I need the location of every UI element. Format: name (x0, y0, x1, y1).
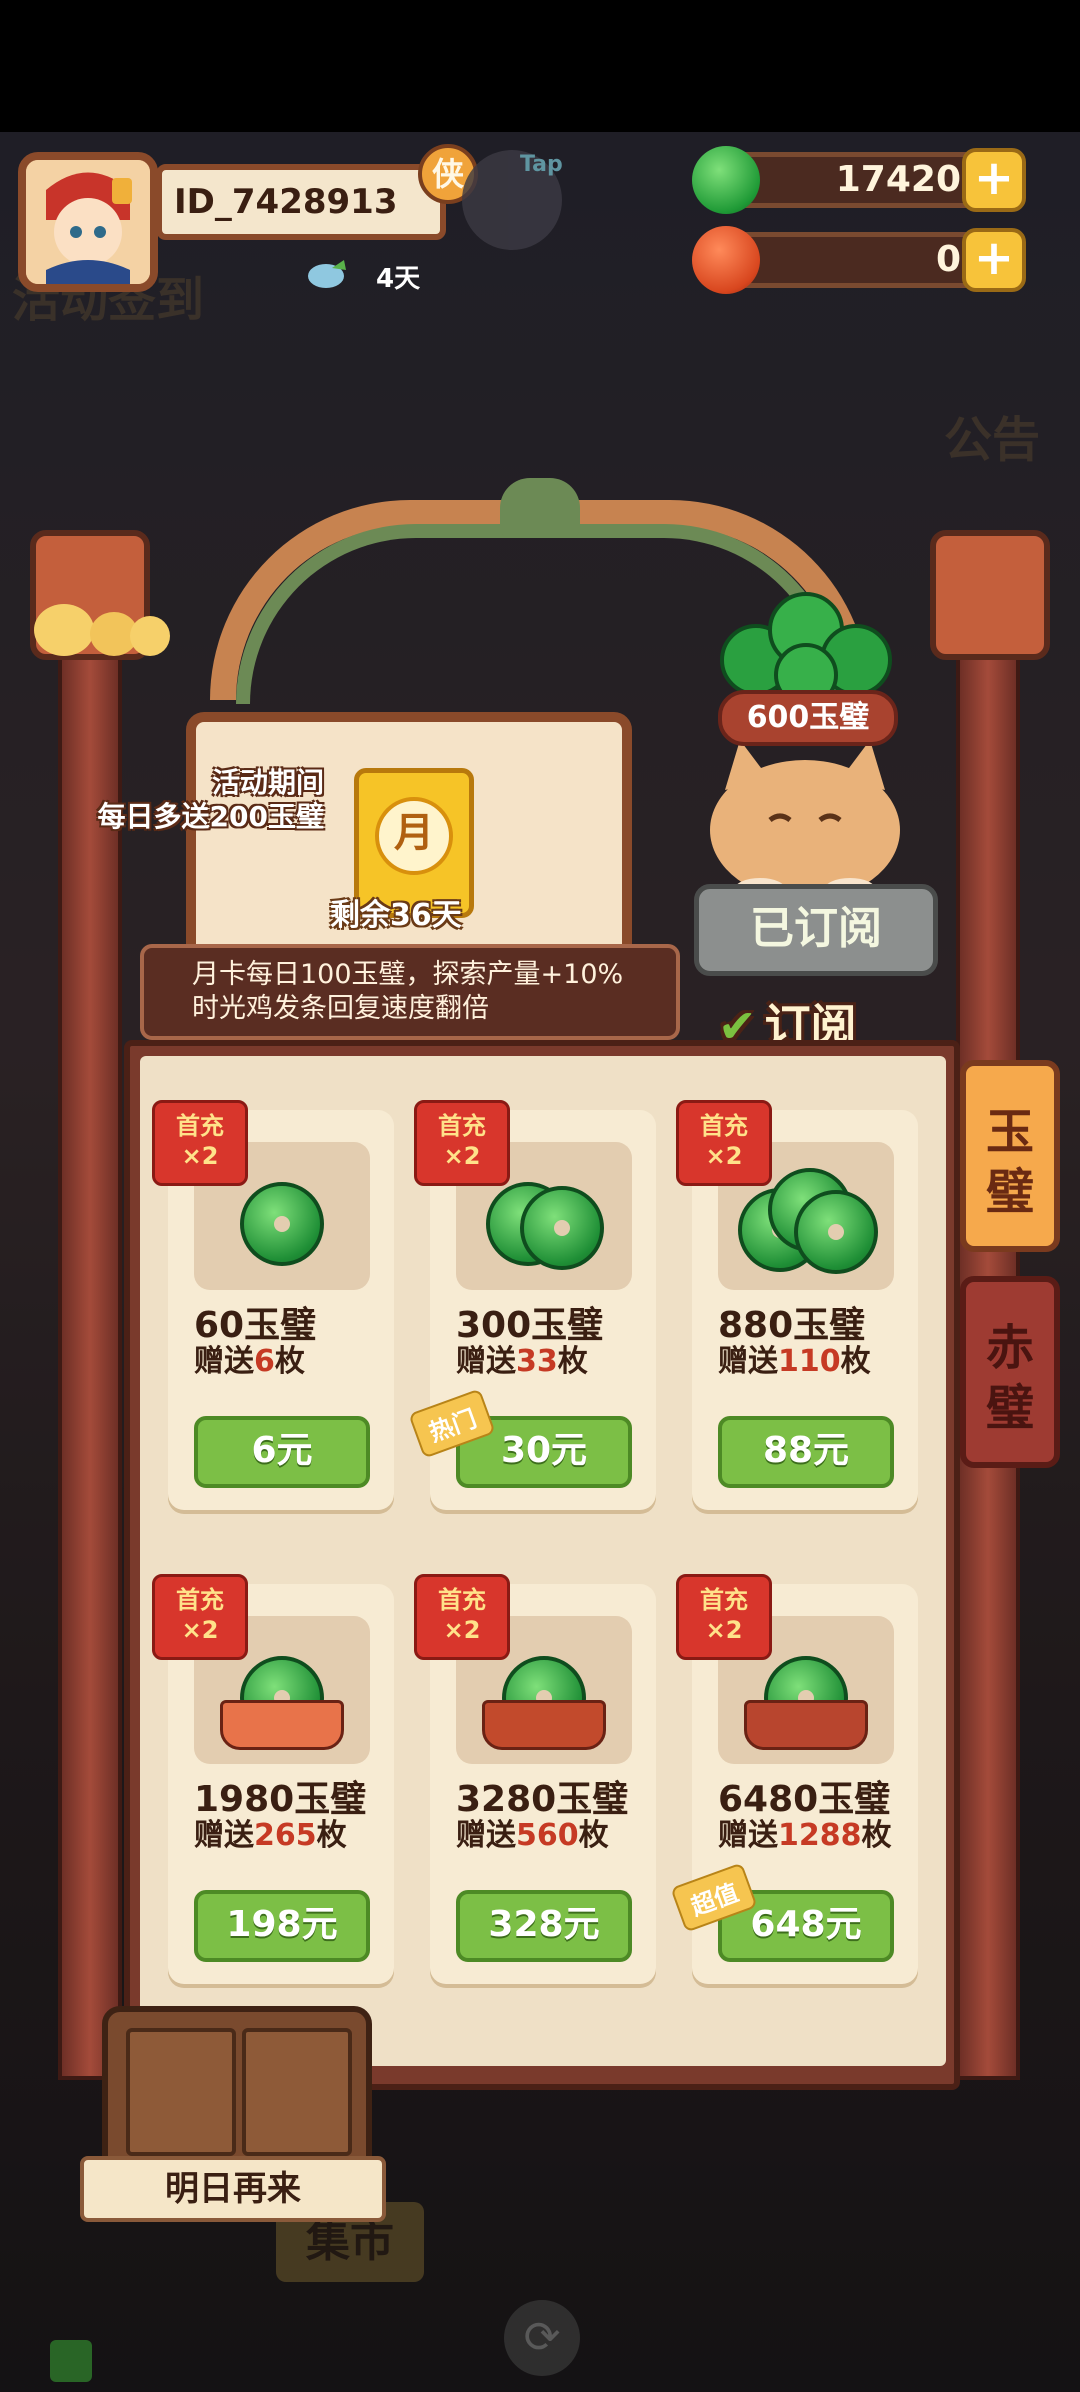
remaining-days: 剩余36天 (330, 898, 462, 933)
first-badge-line-2: ×2 (181, 1142, 219, 1170)
status-chip (50, 2340, 92, 2382)
bonus-suffix: 枚 (840, 1344, 871, 1379)
refresh-icon[interactable]: ⟳ (504, 2300, 580, 2376)
desc-line-2: 时光鸡发条回复速度翻倍 (192, 993, 489, 1024)
cabinet-right-door (242, 2028, 352, 2156)
subscribed-button[interactable]: 已订阅 (694, 884, 938, 976)
shop-item-card[interactable]: 首充 ×2 6480玉璧 赠送1288枚 648元 超值 (670, 1574, 918, 1984)
bonus-prefix: 赠送 (456, 1818, 516, 1853)
player-avatar[interactable] (18, 152, 158, 292)
arch-top-ornament (500, 478, 580, 538)
monthly-card-description: 月卡每日100玉璧，探索产量+10% 时光鸡发条回复速度翻倍 (140, 944, 680, 1040)
jade-pile-icon (706, 580, 906, 707)
first-recharge-badge: 首充 ×2 (676, 1100, 772, 1186)
tab-jade[interactable]: 玉 璧 (960, 1060, 1060, 1252)
reward-amount: 600玉璧 (718, 690, 898, 746)
tab-red-jade[interactable]: 赤 璧 (960, 1276, 1060, 1468)
first-recharge-badge: 首充 ×2 (414, 1100, 510, 1186)
first-badge-line-1: 首充 (176, 1112, 224, 1140)
first-badge-line-1: 首充 (700, 1586, 748, 1614)
desc-line-1: 月卡每日100玉璧，探索产量+10% (192, 959, 624, 990)
shop-item-card[interactable]: 首充 ×2 3280玉璧 赠送560枚 328元 (414, 1574, 656, 1984)
bonus-num: 560 (516, 1818, 579, 1853)
buy-price-button[interactable]: 198元 (194, 1890, 370, 1962)
item-bonus: 赠送1288枚 (718, 1810, 892, 1854)
jade-coin-icon (794, 1190, 878, 1274)
bonus-num: 33 (516, 1344, 558, 1379)
gift-basket-icon (482, 1700, 606, 1750)
bonus-suffix: 枚 (861, 1818, 892, 1853)
bonus-num: 1288 (778, 1818, 862, 1853)
item-bonus: 赠送110枚 (718, 1336, 871, 1380)
buy-price-button[interactable]: 88元 (718, 1416, 894, 1488)
shop-item-card[interactable]: 首充 ×2 1980玉璧 赠送265枚 198元 (152, 1574, 394, 1984)
jade-coin-icon (692, 146, 760, 214)
tap-button[interactable]: Tap (462, 150, 563, 250)
month-char: 月 (375, 797, 453, 875)
item-bonus: 赠送265枚 (194, 1810, 347, 1854)
shop-item-card[interactable]: 首充 ×2 60玉璧 赠送6枚 6元 (152, 1100, 394, 1510)
first-badge-line-1: 首充 (438, 1112, 486, 1140)
buy-price-button[interactable]: 6元 (194, 1416, 370, 1488)
jade-coin-icon (520, 1186, 604, 1270)
jade-coin-icon (240, 1182, 324, 1266)
tab-red-label-top: 赤 (985, 1320, 1034, 1376)
bonus-prefix: 赠送 (194, 1344, 254, 1379)
hourglass-icon (306, 254, 350, 298)
bonus-suffix: 枚 (316, 1818, 347, 1853)
right-lantern-icon (930, 530, 1050, 660)
first-badge-line-2: ×2 (705, 1616, 743, 1644)
bonus-prefix: 赠送 (194, 1818, 254, 1853)
bonus-suffix: 枚 (557, 1344, 588, 1379)
bonus-prefix: 赠送 (456, 1344, 516, 1379)
first-badge-line-2: ×2 (705, 1142, 743, 1170)
first-recharge-badge: 首充 ×2 (152, 1574, 248, 1660)
promo-line-1: 活动期间 (211, 766, 324, 799)
left-pillar (58, 640, 122, 2080)
player-id: ID_7428913 (156, 164, 446, 240)
cabinet-left-door (126, 2028, 236, 2156)
first-badge-line-2: ×2 (443, 1142, 481, 1170)
monthly-promo: 活动期间 每日多送200玉璧 (80, 766, 324, 834)
item-bonus: 赠送33枚 (456, 1336, 588, 1380)
red-jade-amount: 0 (935, 239, 961, 280)
login-days: 4天 (376, 264, 421, 294)
gift-basket-icon (220, 1700, 344, 1750)
add-jade-button[interactable]: + (962, 148, 1026, 212)
tap-label: Tap (520, 152, 563, 177)
cabinet-icon (102, 2006, 372, 2176)
first-recharge-badge: 首充 ×2 (152, 1100, 248, 1186)
bonus-suffix: 枚 (274, 1344, 305, 1379)
promo-line-2: 每日多送200玉璧 (97, 800, 324, 833)
first-badge-line-1: 首充 (700, 1112, 748, 1140)
bonus-prefix: 赠送 (718, 1344, 778, 1379)
first-recharge-badge: 首充 ×2 (414, 1574, 510, 1660)
jade-amount: 17420 (835, 159, 961, 200)
shop-item-card[interactable]: 首充 ×2 880玉璧 赠送110枚 88元 (676, 1100, 918, 1510)
item-bonus: 赠送560枚 (456, 1810, 609, 1854)
add-red-jade-button[interactable]: + (962, 228, 1026, 292)
shop-item-card[interactable]: 首充 ×2 300玉璧 赠送33枚 30元 热门 (408, 1100, 656, 1510)
bonus-num: 265 (254, 1818, 317, 1853)
cat-mascot-icon (700, 720, 910, 902)
first-badge-line-1: 首充 (176, 1586, 224, 1614)
item-bonus: 赠送6枚 (194, 1336, 305, 1380)
chicks-icon (24, 590, 174, 660)
bonus-num: 6 (254, 1344, 275, 1379)
tab-red-label-bottom: 璧 (985, 1380, 1034, 1436)
tab-jade-label-top: 玉 (985, 1104, 1034, 1160)
first-badge-line-2: ×2 (181, 1616, 219, 1644)
buy-price-button[interactable]: 328元 (456, 1890, 632, 1962)
bonus-num: 110 (778, 1344, 841, 1379)
come-back-tomorrow-button[interactable]: 明日再来 (80, 2156, 386, 2222)
bonus-suffix: 枚 (578, 1818, 609, 1853)
red-jade-coin-icon (692, 226, 760, 294)
first-recharge-badge: 首充 ×2 (676, 1574, 772, 1660)
bonus-prefix: 赠送 (718, 1818, 778, 1853)
first-badge-line-2: ×2 (443, 1616, 481, 1644)
first-badge-line-1: 首充 (438, 1586, 486, 1614)
tab-jade-label-bottom: 璧 (985, 1164, 1034, 1220)
treasure-chest-icon (744, 1700, 868, 1750)
